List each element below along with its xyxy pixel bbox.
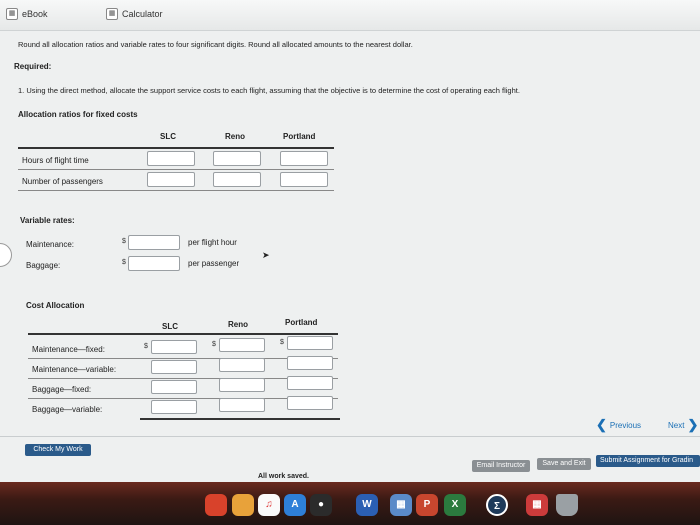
previous-button[interactable]: ❮ Previous (596, 417, 641, 433)
calculator-icon: ▦ (106, 8, 118, 20)
ebook-tab[interactable]: ▦ eBook (6, 8, 48, 20)
currency-symbol: $ (280, 339, 284, 346)
book-icon: ▦ (6, 8, 18, 20)
trash-icon[interactable] (556, 494, 578, 516)
cost-col-slc: SLC (162, 322, 178, 331)
required-label: Required: (14, 62, 52, 71)
bag-fixed-slc-input[interactable] (151, 380, 197, 394)
music-icon[interactable]: ♫ (258, 494, 280, 516)
instructions-text: Round all allocation ratios and variable… (18, 40, 413, 49)
col-slc: SLC (160, 132, 176, 141)
row-number-passengers: Number of passengers (22, 177, 103, 186)
chevron-right-icon: ❯ (687, 417, 699, 432)
maint-var-reno-input[interactable] (219, 358, 265, 372)
variable-title: Variable rates: (20, 216, 75, 225)
allocation-header-rule (18, 147, 334, 149)
cost-allocation-title: Cost Allocation (26, 301, 85, 310)
save-and-exit-button[interactable]: Save and Exit (537, 458, 591, 470)
ratio-hours-reno-input[interactable] (213, 151, 261, 166)
app-store-icon[interactable]: A (284, 494, 306, 516)
app-icon[interactable] (205, 494, 227, 516)
maint-fixed-portland-input[interactable] (287, 336, 333, 350)
allocation-title: Allocation ratios for fixed costs (18, 110, 138, 119)
ratio-passengers-reno-input[interactable] (213, 172, 261, 187)
bag-var-reno-input[interactable] (219, 398, 265, 412)
maintenance-rate-label: Maintenance: (26, 240, 75, 249)
baggage-rate-unit: per passenger (188, 259, 240, 268)
maintenance-rate-unit: per flight hour (188, 238, 237, 247)
word-icon[interactable]: W (356, 494, 378, 516)
sigma-icon[interactable]: Σ (486, 494, 508, 516)
calculator-label: Calculator (122, 9, 163, 19)
bag-fixed-portland-input[interactable] (287, 376, 333, 390)
calendar-icon[interactable]: ▦ (526, 494, 548, 516)
cost-row-baggage-variable: Baggage—variable: (32, 405, 103, 414)
top-toolbar: ▦ eBook ▦ Calculator (0, 0, 700, 31)
calculator-tab[interactable]: ▦ Calculator (106, 8, 163, 20)
ratio-passengers-slc-input[interactable] (147, 172, 195, 187)
ratio-hours-portland-input[interactable] (280, 151, 328, 166)
app-icon[interactable] (232, 494, 254, 516)
maint-fixed-reno-input[interactable] (219, 338, 265, 352)
powerpoint-icon[interactable]: P (416, 494, 438, 516)
excel-icon[interactable]: X (444, 494, 466, 516)
chevron-left-icon: ❮ (596, 417, 607, 432)
mouse-cursor-icon: ➤ (262, 250, 270, 260)
preview-icon[interactable]: ▦ (390, 494, 412, 516)
check-my-work-button[interactable]: Check My Work (25, 444, 91, 456)
currency-symbol: $ (144, 343, 148, 350)
row-divider (18, 190, 334, 191)
currency-symbol: $ (122, 259, 126, 266)
row-divider (18, 169, 334, 170)
row-hours-flight-time: Hours of flight time (22, 156, 89, 165)
next-label: Next (668, 420, 685, 430)
bag-var-portland-input[interactable] (287, 396, 333, 410)
collapse-arrow-icon[interactable] (0, 243, 12, 267)
cost-row-maintenance-fixed: Maintenance—fixed: (32, 345, 105, 354)
maintenance-rate-input[interactable] (128, 235, 180, 250)
footer-divider (0, 436, 700, 437)
col-portland: Portland (283, 132, 316, 141)
baggage-rate-input[interactable] (128, 256, 180, 271)
question-text: 1. Using the direct method, allocate the… (18, 86, 520, 95)
cost-col-reno: Reno (228, 320, 248, 329)
cost-col-portland: Portland (285, 318, 318, 327)
ratio-hours-slc-input[interactable] (147, 151, 195, 166)
dock (0, 482, 700, 525)
cost-row-baggage-fixed: Baggage—fixed: (32, 385, 92, 394)
maint-var-portland-input[interactable] (287, 356, 333, 370)
baggage-rate-label: Baggage: (26, 261, 61, 270)
col-reno: Reno (225, 132, 245, 141)
bag-var-slc-input[interactable] (151, 400, 197, 414)
cost-total-rule (140, 418, 340, 420)
status-text: All work saved. (258, 473, 309, 480)
cost-row-maintenance-variable: Maintenance—variable: (32, 365, 117, 374)
currency-symbol: $ (122, 238, 126, 245)
email-instructor-button[interactable]: Email Instructor (472, 460, 530, 472)
bag-fixed-reno-input[interactable] (219, 378, 265, 392)
maint-fixed-slc-input[interactable] (151, 340, 197, 354)
previous-label: Previous (609, 420, 642, 430)
currency-symbol: $ (212, 341, 216, 348)
cost-header-rule (28, 333, 338, 335)
next-button[interactable]: Next ❯ (668, 417, 698, 433)
ebook-label: eBook (22, 9, 48, 19)
submit-assignment-button[interactable]: Submit Assignment for Gradin (596, 455, 700, 467)
maint-var-slc-input[interactable] (151, 360, 197, 374)
ratio-passengers-portland-input[interactable] (280, 172, 328, 187)
app-icon[interactable]: ● (310, 494, 332, 516)
